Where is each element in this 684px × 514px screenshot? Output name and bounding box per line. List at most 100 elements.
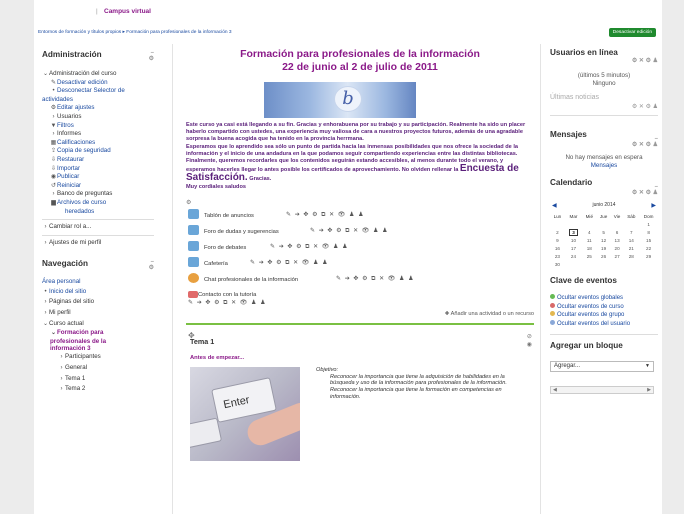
nav-block-controls[interactable]: – ⚙ xyxy=(149,259,154,271)
activity-forum-questions[interactable]: Foro de dudas y sugerencias ✎ ➔ ✥ ⚙ ⧉ ✕ … xyxy=(186,223,534,239)
activity-edit-tools[interactable]: ✎ ➔ ✥ ⚙ ⧉ ✕ 👁 ♟ ♟ xyxy=(286,211,364,219)
calendar-day[interactable]: 25 xyxy=(582,252,596,260)
event-global[interactable]: Ocultar eventos globales xyxy=(550,294,658,303)
add-block-select[interactable]: Agregar... ▼ xyxy=(550,361,654,373)
nav-item-my-profile[interactable]: › Mi perfil xyxy=(42,308,154,319)
prev-month-icon[interactable]: ◀ xyxy=(552,202,557,209)
event-user[interactable]: Ocultar eventos del usuario xyxy=(550,319,658,329)
admin-item-import[interactable]: ⇩Importar xyxy=(42,165,154,174)
admin-item-disconnect-selector[interactable]: • Desconectar Selector de xyxy=(42,87,154,96)
activity-forum-debates[interactable]: Foro de debates ✎ ➔ ✥ ⚙ ⧉ ✕ 👁 ♟ ♟ xyxy=(186,239,534,255)
calendar-day[interactable]: 6 xyxy=(611,228,624,236)
nav-item-general[interactable]: › General xyxy=(42,363,154,374)
admin-item-disconnect-selector-cont[interactable]: actividades xyxy=(42,96,154,105)
admin-item-reports[interactable]: › Informes xyxy=(42,130,154,139)
calendar-day[interactable]: 30 xyxy=(550,260,565,268)
admin-item-backup[interactable]: ⇪Copia de seguridad xyxy=(42,147,154,156)
calendar-day[interactable]: 16 xyxy=(550,244,565,252)
calendar-day[interactable]: 2 xyxy=(550,228,565,236)
nav-item-dashboard[interactable]: Área personal xyxy=(42,277,154,287)
online-users-header: Usuarios en línea ⚙ ✕ ⚙ ♟ xyxy=(550,48,658,66)
event-group[interactable]: Ocultar eventos de grupo xyxy=(550,311,658,320)
calendar-day[interactable]: 15 xyxy=(639,236,658,244)
calendar-week: 16 17 18 19 20 21 22 xyxy=(550,244,658,252)
calendar-day[interactable]: 28 xyxy=(623,252,639,260)
news-title: Últimas noticias xyxy=(550,94,600,101)
calendar-day[interactable]: 27 xyxy=(611,252,624,260)
admin-item-reset[interactable]: ↺Reiniciar xyxy=(42,182,154,191)
nav-item-site-home[interactable]: • Inicio del sitio xyxy=(42,287,154,298)
nav-item-current-course[interactable]: ⌄Curso actual xyxy=(42,319,154,330)
block-controls[interactable]: ⚙ ✕ ⚙ ♟ xyxy=(632,58,658,64)
nav-item-site-pages[interactable]: › Páginas del sitio xyxy=(42,297,154,308)
block-controls[interactable]: ⚙ ✕ ⚙ ♟ xyxy=(632,104,658,110)
site-name-link[interactable]: Campus virtual xyxy=(104,8,151,15)
calendar-day[interactable]: 18 xyxy=(582,244,596,252)
activity-edit-tools[interactable]: ✎ ➔ ✥ ⚙ ⧉ ✕ 👁 ♟ ♟ xyxy=(270,243,348,251)
admin-item-filters[interactable]: ▼Filtros xyxy=(42,122,154,131)
admin-item-grades[interactable]: ▦Calificaciones xyxy=(42,139,154,148)
calendar-day[interactable]: 21 xyxy=(623,244,639,252)
calendar-day[interactable]: 13 xyxy=(611,236,624,244)
highlight-icon[interactable]: ⊘ ◉ xyxy=(527,333,532,349)
calendar-day[interactable]: 7 xyxy=(623,228,639,236)
calendar-day[interactable]: 29 xyxy=(639,252,658,260)
admin-item-switch-role[interactable]: › Cambiar rol a... xyxy=(42,223,154,232)
calendar-day[interactable]: 12 xyxy=(596,236,610,244)
calendar-day[interactable]: 8 xyxy=(639,228,658,236)
horizontal-scrollbar[interactable]: ◀ ▶ xyxy=(550,386,654,395)
calendar-day[interactable]: 24 xyxy=(565,252,582,260)
activity-chat[interactable]: Chat profesionales de la información ✎ ➔… xyxy=(186,271,534,287)
calendar-week: 1 xyxy=(550,220,658,228)
calendar-day[interactable]: 4 xyxy=(582,228,596,236)
calendar-day[interactable]: 9 xyxy=(550,236,565,244)
admin-item-course-admin[interactable]: ⌄Administración del curso xyxy=(42,70,154,79)
activity-edit-tools[interactable]: ✎ ➔ ✥ ⚙ ⧉ ✕ 👁 ♟ ♟ xyxy=(188,299,266,307)
intro-thanks: Gracias. xyxy=(249,176,272,183)
admin-item-legacy-files[interactable]: ▆Archivos de curso xyxy=(42,199,154,208)
chevron-right-icon: › xyxy=(52,191,55,198)
admin-item-disable-editing[interactable]: ✎Desactivar edición xyxy=(42,79,154,88)
calendar-day[interactable]: 22 xyxy=(639,244,658,252)
nav-item-course[interactable]: ⌄Formación para profesionales de la info… xyxy=(42,329,138,352)
calendar-day[interactable]: 3 xyxy=(565,228,582,236)
activity-forum-announcements[interactable]: Tablón de anuncios ✎ ➔ ✥ ⚙ ⧉ ✕ 👁 ♟ ♟ xyxy=(186,207,534,223)
calendar-day[interactable]: 11 xyxy=(582,236,596,244)
calendar-day[interactable]: 5 xyxy=(596,228,610,236)
calendar-day[interactable]: 26 xyxy=(596,252,610,260)
nav-item-participants[interactable]: › Participantes xyxy=(42,352,154,363)
admin-item-restore[interactable]: ⇩Restaurar xyxy=(42,156,154,165)
block-controls[interactable]: – ⚙ ✕ ⚙ ♟ xyxy=(632,184,658,196)
calendar-day[interactable]: 14 xyxy=(623,236,639,244)
activity-edit-tools[interactable]: ✎ ➔ ✥ ⚙ ⧉ ✕ 👁 ♟ ♟ xyxy=(310,227,388,235)
admin-item-profile-settings[interactable]: › Ajustes de mi perfil xyxy=(42,239,154,248)
breadcrumb[interactable]: Entornos de formación y títulos propios … xyxy=(38,30,232,35)
admin-block-controls[interactable]: – ⚙ xyxy=(149,50,154,62)
admin-item-legacy-files-cont[interactable]: heredados xyxy=(42,208,154,217)
scroll-left-icon[interactable]: ◀ xyxy=(553,387,557,393)
activity-edit-tools[interactable]: ✎ ➔ ✥ ⚙ ⧉ ✕ 👁 ♟ ♟ xyxy=(336,275,414,283)
calendar-day[interactable]: 19 xyxy=(596,244,610,252)
calendar-day[interactable]: 23 xyxy=(550,252,565,260)
event-course[interactable]: Ocultar eventos de curso xyxy=(550,302,658,312)
calendar-day[interactable]: 17 xyxy=(565,244,582,252)
admin-item-users[interactable]: › Usuarios xyxy=(42,113,154,122)
activity-forum-cafeteria[interactable]: Cafetería ✎ ➔ ✥ ⚙ ⧉ ✕ 👁 ♟ ♟ xyxy=(186,255,534,271)
admin-item-publish[interactable]: ◉Publicar xyxy=(42,173,154,182)
activity-mail-tutor[interactable]: Contacto con la tutoría ✎ ➔ ✥ ⚙ ⧉ ✕ 👁 ♟ … xyxy=(186,287,534,307)
nav-item-tema-2[interactable]: › Tema 2 xyxy=(42,384,154,395)
admin-item-question-bank[interactable]: › Banco de preguntas xyxy=(42,190,154,199)
block-controls[interactable]: – ⚙ ✕ ⚙ ♟ xyxy=(632,136,658,148)
activity-edit-tools[interactable]: ✎ ➔ ✥ ⚙ ⧉ ✕ 👁 ♟ ♟ xyxy=(250,259,328,267)
next-month-icon[interactable]: ▶ xyxy=(651,202,656,209)
gear-icon[interactable]: ⚙ xyxy=(186,199,534,207)
add-activity-link[interactable]: ✚ Añadir una actividad o un recurso xyxy=(186,311,534,321)
calendar-day[interactable]: 10 xyxy=(565,236,582,244)
messages-link[interactable]: Mensajes xyxy=(550,162,658,170)
scroll-right-icon[interactable]: ▶ xyxy=(647,387,651,393)
toggle-editing-button[interactable]: Desactivar edición xyxy=(608,28,656,37)
calendar-day[interactable]: 20 xyxy=(611,244,624,252)
calendar-day[interactable]: 1 xyxy=(639,220,658,228)
nav-item-tema-1[interactable]: › Tema 1 xyxy=(42,374,154,385)
admin-item-edit-settings[interactable]: ⚙Editar ajustes xyxy=(42,104,154,113)
